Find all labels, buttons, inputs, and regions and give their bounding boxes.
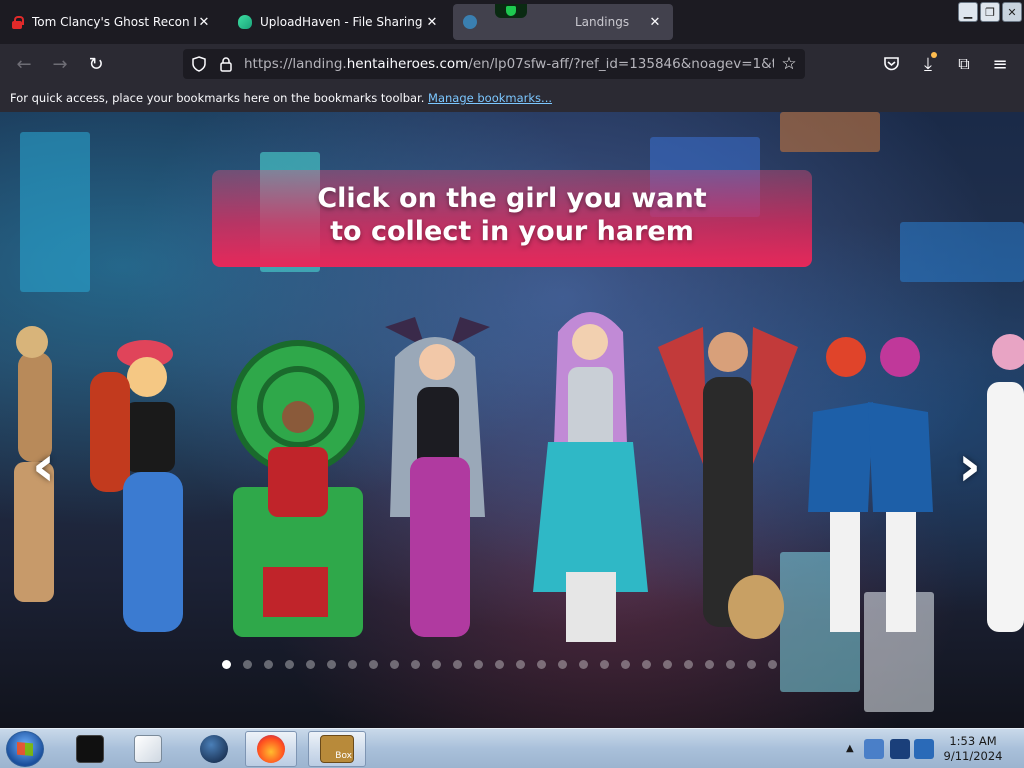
minimize-button[interactable]: ▁ xyxy=(958,2,978,22)
carousel-dot[interactable] xyxy=(621,660,630,669)
bookmarks-toolbar: For quick access, place your bookmarks h… xyxy=(0,84,1024,112)
reload-icon[interactable]: ↻ xyxy=(86,54,106,75)
neon-sign xyxy=(780,112,880,152)
back-icon[interactable]: ← xyxy=(14,54,34,75)
terminal-icon xyxy=(76,735,104,763)
restore-button[interactable]: ❐ xyxy=(980,2,1000,22)
url-text[interactable]: https://landing.hentaiheroes.com/en/lp07… xyxy=(244,56,774,72)
close-icon[interactable]: ✕ xyxy=(424,14,440,30)
taskbar-terminal[interactable] xyxy=(64,731,116,767)
carousel-dot[interactable] xyxy=(285,660,294,669)
taskbar-media-player[interactable] xyxy=(122,731,174,767)
clock-time: 1:53 AM xyxy=(949,734,997,748)
star-icon[interactable]: ☆ xyxy=(779,54,799,74)
character-card[interactable] xyxy=(228,337,368,637)
carousel-dot[interactable] xyxy=(327,660,336,669)
taskbar-globe[interactable] xyxy=(188,731,240,767)
box-app-icon: Box xyxy=(320,735,354,763)
carousel-dot[interactable] xyxy=(243,660,252,669)
carousel-dot[interactable] xyxy=(642,660,651,669)
action-center-icon[interactable] xyxy=(890,739,910,759)
menu-icon[interactable]: ≡ xyxy=(990,54,1010,75)
tab-title: UploadHaven - File Sharing Ma xyxy=(260,15,424,29)
carousel-prev-button[interactable]: ‹ xyxy=(32,439,68,495)
network-icon[interactable] xyxy=(864,739,884,759)
character-card[interactable] xyxy=(658,307,798,647)
extensions-icon[interactable]: ⧉ xyxy=(954,54,974,74)
clock-date: 9/11/2024 xyxy=(943,749,1003,763)
lock-icon[interactable] xyxy=(219,56,233,72)
forward-icon[interactable]: → xyxy=(50,54,70,75)
firefox-icon xyxy=(257,735,285,763)
shield-icon[interactable] xyxy=(191,56,207,72)
tab-landings[interactable]: Landings ✕ xyxy=(453,4,673,40)
carousel-dot[interactable] xyxy=(537,660,546,669)
close-window-button[interactable]: ✕ xyxy=(1002,2,1022,22)
clock[interactable]: 1:53 AM 9/11/2024 xyxy=(940,734,1006,764)
carousel-dot[interactable] xyxy=(222,660,231,669)
tab-strip: Tom Clancy's Ghost Recon Island ✕ Upload… xyxy=(0,0,1024,44)
tab-title: Tom Clancy's Ghost Recon Island xyxy=(32,15,196,29)
lock-icon xyxy=(10,15,24,29)
character-card[interactable] xyxy=(808,322,933,642)
carousel-dot[interactable] xyxy=(768,660,777,669)
download-badge xyxy=(931,52,937,58)
character-card[interactable] xyxy=(528,302,653,642)
carousel-dot[interactable] xyxy=(663,660,672,669)
start-button[interactable] xyxy=(6,731,44,767)
taskbar-firefox[interactable] xyxy=(245,731,297,767)
carousel-dot[interactable] xyxy=(495,660,504,669)
carousel-next-button[interactable]: › xyxy=(958,439,994,495)
tab-uploadhaven[interactable]: UploadHaven - File Sharing Ma ✕ xyxy=(228,4,450,40)
character-card[interactable] xyxy=(85,332,210,642)
carousel-dot[interactable] xyxy=(453,660,462,669)
bookmarks-hint: For quick access, place your bookmarks h… xyxy=(10,91,425,105)
manage-bookmarks-link[interactable]: Manage bookmarks... xyxy=(428,91,552,105)
carousel-dot[interactable] xyxy=(600,660,609,669)
carousel-dot[interactable] xyxy=(411,660,420,669)
carousel-dot[interactable] xyxy=(558,660,567,669)
carousel-dot[interactable] xyxy=(705,660,714,669)
tray-expand-icon[interactable]: ▲ xyxy=(846,743,854,754)
window-controls: ▁ ❐ ✕ xyxy=(958,2,1022,22)
carousel-dot[interactable] xyxy=(306,660,315,669)
carousel-dot[interactable] xyxy=(432,660,441,669)
url-bar[interactable]: https://landing.hentaiheroes.com/en/lp07… xyxy=(183,49,805,79)
neon-sign xyxy=(20,132,90,292)
neon-sign xyxy=(900,222,1024,282)
carousel-dot[interactable] xyxy=(264,660,273,669)
app-tray-icon[interactable] xyxy=(914,739,934,759)
taskbar: Box ▲ 1:53 AM 9/11/2024 xyxy=(0,728,1024,768)
media-player-icon xyxy=(134,735,162,763)
carousel-dot[interactable] xyxy=(579,660,588,669)
carousel-dots xyxy=(222,660,777,669)
close-icon[interactable]: ✕ xyxy=(196,14,212,30)
taskbar-box-app[interactable]: Box xyxy=(308,731,366,767)
character-card[interactable] xyxy=(375,307,500,642)
carousel-dot[interactable] xyxy=(726,660,735,669)
carousel-dot[interactable] xyxy=(684,660,693,669)
headline-banner: Click on the girl you want to collect in… xyxy=(212,170,812,267)
carousel-dot[interactable] xyxy=(516,660,525,669)
carousel-dot[interactable] xyxy=(747,660,756,669)
globe-icon xyxy=(463,15,477,29)
carousel-dot[interactable] xyxy=(474,660,483,669)
cloud-icon xyxy=(238,15,252,29)
landing-page: Click on the girl you want to collect in… xyxy=(0,112,1024,728)
close-icon[interactable]: ✕ xyxy=(647,14,663,30)
globe-icon xyxy=(200,735,228,763)
vpn-shield-icon xyxy=(495,4,527,18)
tab-ghost-recon[interactable]: Tom Clancy's Ghost Recon Island ✕ xyxy=(0,4,222,40)
headline-text: Click on the girl you want to collect in… xyxy=(317,183,707,247)
carousel-dot[interactable] xyxy=(369,660,378,669)
navigation-toolbar: ← → ↻ https://landing.hentaiheroes.com/e… xyxy=(0,44,1024,84)
carousel-dot[interactable] xyxy=(390,660,399,669)
pocket-icon[interactable] xyxy=(883,56,900,72)
carousel-dot[interactable] xyxy=(348,660,357,669)
